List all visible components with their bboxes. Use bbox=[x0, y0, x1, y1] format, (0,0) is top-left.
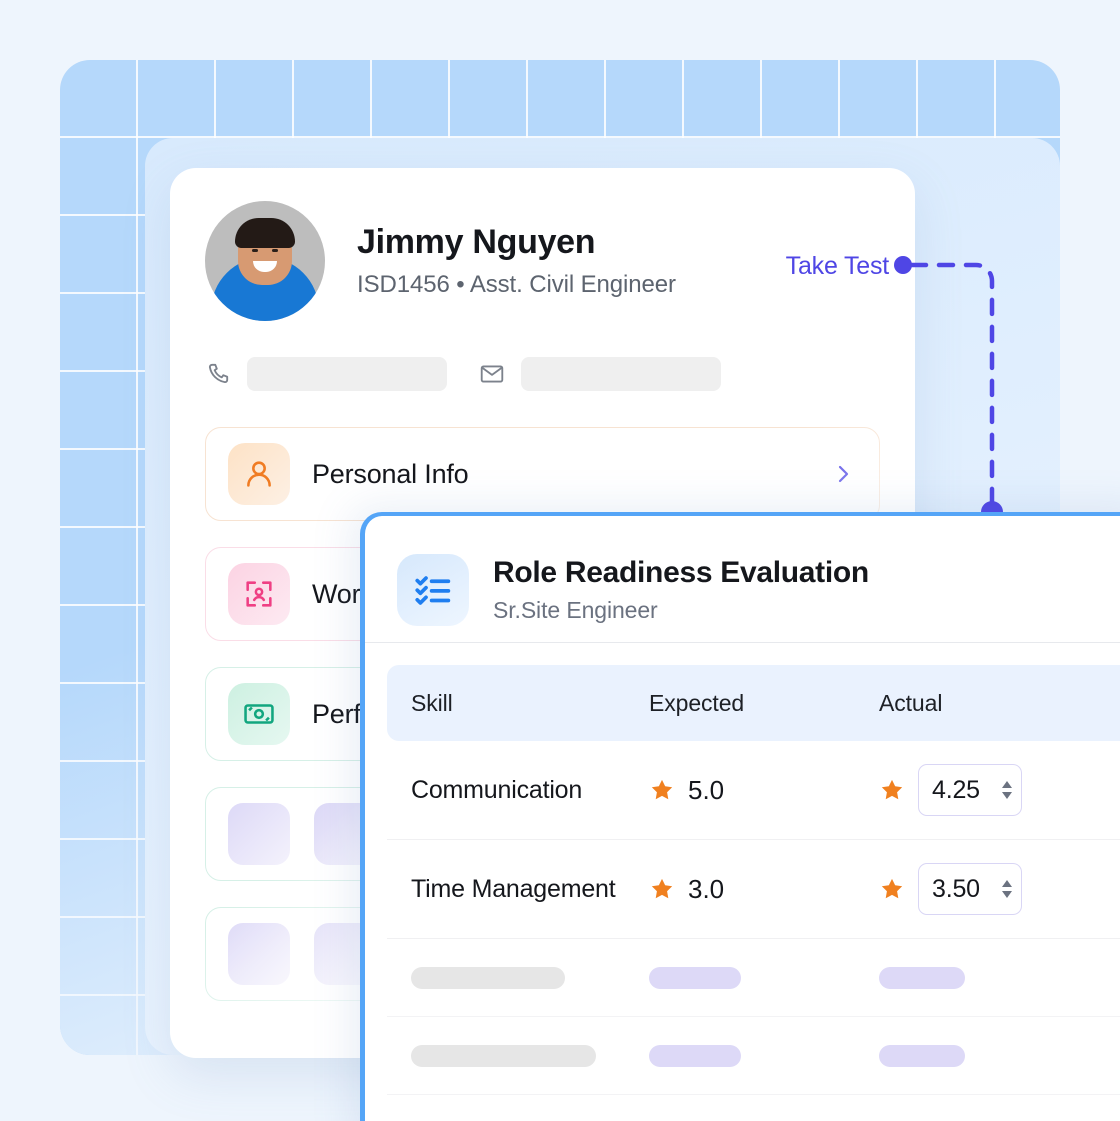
stepper-up-icon[interactable] bbox=[1002, 781, 1012, 788]
envelope-icon bbox=[479, 361, 505, 387]
star-icon bbox=[879, 876, 905, 902]
checklist-icon bbox=[397, 554, 469, 626]
skeleton-bar bbox=[411, 966, 565, 989]
cell-skill: Time Management bbox=[411, 874, 616, 903]
phone-icon bbox=[205, 361, 231, 387]
page-title: Jimmy Nguyen bbox=[357, 222, 596, 261]
email-placeholder-bar bbox=[521, 357, 721, 391]
stepper-arrows[interactable] bbox=[1002, 781, 1012, 799]
connector-path bbox=[880, 240, 1040, 540]
cell-expected: 5.0 bbox=[649, 775, 879, 806]
actual-value: 3.50 bbox=[932, 874, 980, 903]
stepper-down-icon[interactable] bbox=[1002, 891, 1012, 898]
stepper-up-icon[interactable] bbox=[1002, 880, 1012, 887]
table-header-row: Skill Expected Actual bbox=[387, 665, 1120, 741]
banknote-icon bbox=[228, 683, 290, 745]
phone-placeholder-bar bbox=[247, 357, 447, 391]
profile-header: Jimmy Nguyen ISD1456 • Asst. Civil Engin… bbox=[170, 168, 915, 321]
skeleton-pill bbox=[879, 966, 965, 989]
stepper-arrows[interactable] bbox=[1002, 880, 1012, 898]
evaluation-table: Skill Expected Actual Communication 5.0 … bbox=[365, 643, 1120, 1121]
user-icon bbox=[228, 443, 290, 505]
expected-value: 3.0 bbox=[688, 873, 725, 904]
sidebar-item-label: Perf bbox=[312, 698, 361, 729]
table-row: Time Management 3.0 3.50 bbox=[387, 840, 1120, 939]
skeleton-pill bbox=[649, 1044, 741, 1067]
column-header-actual: Actual bbox=[879, 689, 943, 716]
take-test-link[interactable]: Take Test bbox=[786, 252, 890, 281]
table-row-skeleton bbox=[387, 939, 1120, 1017]
portrait-card-icon bbox=[228, 563, 290, 625]
stepper-down-icon[interactable] bbox=[1002, 792, 1012, 799]
evaluation-header: Role Readiness Evaluation Sr.Site Engine… bbox=[365, 516, 1120, 638]
expected-value: 5.0 bbox=[688, 774, 725, 805]
cell-expected: 3.0 bbox=[649, 874, 879, 905]
skeleton-pill bbox=[879, 1044, 965, 1067]
role-readiness-evaluation-card: Role Readiness Evaluation Sr.Site Engine… bbox=[360, 512, 1120, 1121]
connector-start-dot bbox=[894, 256, 912, 274]
profile-meta: Jimmy Nguyen ISD1456 • Asst. Civil Engin… bbox=[357, 223, 676, 299]
skeleton-square bbox=[228, 803, 290, 865]
star-icon bbox=[649, 777, 675, 803]
actual-rating-stepper[interactable]: 3.50 bbox=[918, 863, 1022, 915]
sidebar-item-label: Personal Info bbox=[312, 458, 469, 489]
table-row-skeleton bbox=[387, 1017, 1120, 1095]
chevron-right-icon[interactable] bbox=[831, 462, 855, 486]
avatar bbox=[205, 201, 325, 321]
evaluation-subtitle: Sr.Site Engineer bbox=[493, 597, 658, 623]
cell-skill: Communication bbox=[411, 775, 583, 804]
table-row: Communication 5.0 4.25 bbox=[387, 741, 1120, 840]
star-icon bbox=[879, 777, 905, 803]
skeleton-square bbox=[228, 923, 290, 985]
actual-rating-stepper[interactable]: 4.25 bbox=[918, 764, 1022, 816]
sidebar-item-personal-info[interactable]: Personal Info bbox=[205, 427, 880, 521]
column-header-expected: Expected bbox=[649, 689, 745, 716]
star-icon bbox=[649, 876, 675, 902]
evaluation-title: Role Readiness Evaluation bbox=[493, 556, 869, 589]
column-header-skill: Skill bbox=[411, 689, 453, 716]
contact-row bbox=[170, 321, 915, 391]
skeleton-bar bbox=[411, 1044, 596, 1067]
table-row-skeleton bbox=[387, 1095, 1120, 1121]
cell-actual: 3.50 bbox=[879, 863, 1120, 915]
skeleton-pill bbox=[649, 966, 741, 989]
cell-actual: 4.25 bbox=[879, 764, 1120, 816]
evaluation-titles: Role Readiness Evaluation Sr.Site Engine… bbox=[493, 556, 869, 624]
profile-subtitle: ISD1456 • Asst. Civil Engineer bbox=[357, 271, 676, 299]
sidebar-item-label: Wor bbox=[312, 578, 361, 609]
actual-value: 4.25 bbox=[932, 775, 980, 804]
